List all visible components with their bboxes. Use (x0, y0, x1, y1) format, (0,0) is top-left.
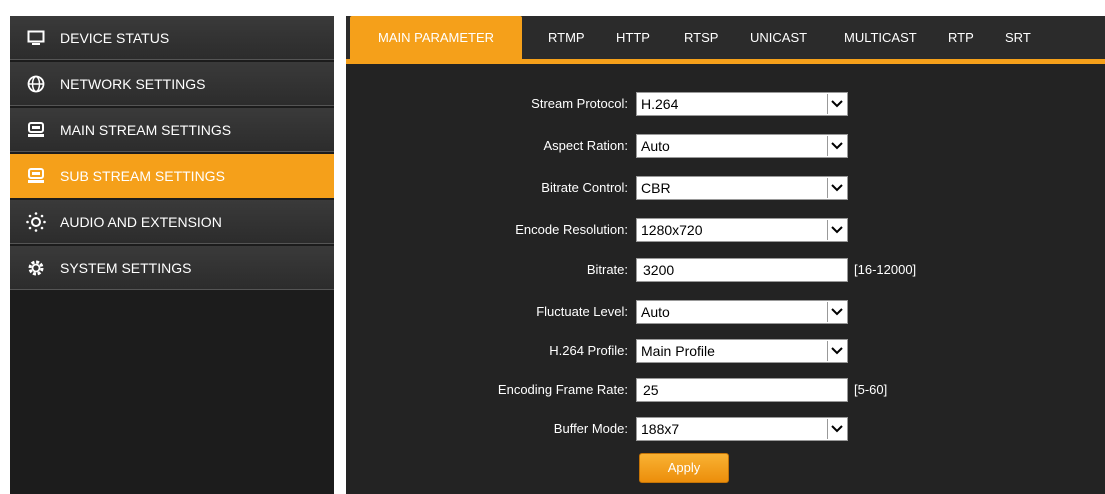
chevron-down-icon (827, 341, 846, 361)
tab-multicast[interactable]: MULTICAST (844, 16, 917, 59)
tab-main-parameter[interactable]: MAIN PARAMETER (350, 16, 523, 59)
encoding-frame-rate-row: Encoding Frame Rate: (346, 377, 628, 403)
chevron-down-icon (827, 419, 846, 439)
stream-protocol-value: H.264 (641, 96, 679, 112)
main-panel: MAIN PARAMETER RTMP HTTP RTSP UNICAST MU… (346, 16, 1105, 494)
bitrate-control-row: Bitrate Control: (346, 175, 628, 201)
stream-protocol-label: Stream Protocol: (531, 96, 628, 111)
sidebar-item-audio-and-extension[interactable]: AUDIO AND EXTENSION (10, 200, 334, 244)
chevron-down-icon (827, 302, 846, 322)
buffer-mode-row: Buffer Mode: (346, 416, 628, 442)
stream-icon (26, 166, 46, 186)
fluctuate-level-select[interactable]: Auto (636, 300, 848, 324)
aspect-ratio-label: Aspect Ration: (543, 138, 628, 153)
gear-icon (26, 258, 46, 278)
encode-resolution-label: Encode Resolution: (515, 222, 628, 237)
sidebar-item-label: AUDIO AND EXTENSION (60, 213, 222, 230)
sidebar-item-system-settings[interactable]: SYSTEM SETTINGS (10, 246, 334, 290)
bitrate-control-label: Bitrate Control: (541, 180, 628, 195)
fluctuate-level-row: Fluctuate Level: (346, 299, 628, 325)
encoding-frame-rate-input[interactable]: 25 (636, 378, 848, 402)
sidebar-item-label: DEVICE STATUS (60, 29, 170, 46)
sidebar-item-network-settings[interactable]: NETWORK SETTINGS (10, 62, 334, 106)
encode-resolution-value: 1280x720 (641, 222, 703, 238)
tab-bar: MAIN PARAMETER RTMP HTTP RTSP UNICAST MU… (346, 16, 1105, 64)
bitrate-range-hint: [16-12000] (854, 262, 917, 277)
sidebar-item-sub-stream-settings[interactable]: SUB STREAM SETTINGS (10, 154, 334, 198)
buffer-mode-select[interactable]: 188x7 (636, 417, 848, 441)
aspect-ratio-row: Aspect Ration: (346, 133, 628, 159)
buffer-mode-value: 188x7 (641, 421, 680, 437)
chevron-down-icon (827, 220, 846, 240)
tab-rtsp[interactable]: RTSP (684, 16, 718, 59)
bitrate-row: Bitrate: (346, 257, 628, 283)
bitrate-control-select[interactable]: CBR (636, 176, 848, 200)
encode-resolution-row: Encode Resolution: (346, 217, 628, 243)
h264-profile-row: H.264 Profile: (346, 338, 628, 364)
stream-icon (26, 120, 46, 140)
bitrate-control-value: CBR (641, 180, 671, 196)
encoding-frame-rate-label: Encoding Frame Rate: (497, 382, 628, 397)
tab-unicast[interactable]: UNICAST (750, 16, 807, 59)
encode-resolution-select[interactable]: 1280x720 (636, 218, 848, 242)
stream-protocol-row: Stream Protocol: (346, 91, 628, 117)
tab-rtp[interactable]: RTP (948, 16, 974, 59)
aspect-ratio-select[interactable]: Auto (636, 134, 848, 158)
stream-protocol-select[interactable]: H.264 (636, 92, 848, 116)
fluctuate-level-value: Auto (641, 304, 670, 320)
tab-rtmp[interactable]: RTMP (548, 16, 585, 59)
apply-button[interactable]: Apply (639, 453, 729, 483)
fluctuate-level-label: Fluctuate Level: (536, 304, 628, 319)
audio-icon (26, 211, 46, 232)
bitrate-input[interactable]: 3200 (636, 258, 848, 282)
chevron-down-icon (827, 178, 846, 198)
chevron-down-icon (827, 94, 846, 114)
h264-profile-label: H.264 Profile: (549, 343, 628, 358)
sidebar-item-label: MAIN STREAM SETTINGS (60, 121, 232, 138)
sidebar-item-label: SUB STREAM SETTINGS (60, 167, 225, 184)
sidebar-item-device-status[interactable]: DEVICE STATUS (10, 16, 334, 60)
h264-profile-value: Main Profile (641, 343, 715, 359)
tab-http[interactable]: HTTP (616, 16, 650, 59)
h264-profile-select[interactable]: Main Profile (636, 339, 848, 363)
aspect-ratio-value: Auto (641, 138, 670, 154)
sidebar-item-main-stream-settings[interactable]: MAIN STREAM SETTINGS (10, 108, 334, 152)
sidebar-item-label: SYSTEM SETTINGS (60, 259, 192, 276)
monitor-icon (26, 28, 46, 48)
sidebar-item-label: NETWORK SETTINGS (60, 75, 206, 92)
frame-rate-range-hint: [5-60] (854, 382, 888, 397)
tab-srt[interactable]: SRT (1005, 16, 1031, 59)
globe-icon (26, 74, 46, 94)
bitrate-label: Bitrate: (586, 262, 628, 277)
sidebar: DEVICE STATUS NETWORK SETTINGS MAIN STRE… (10, 16, 334, 494)
chevron-down-icon (827, 136, 846, 156)
buffer-mode-label: Buffer Mode: (553, 421, 628, 436)
